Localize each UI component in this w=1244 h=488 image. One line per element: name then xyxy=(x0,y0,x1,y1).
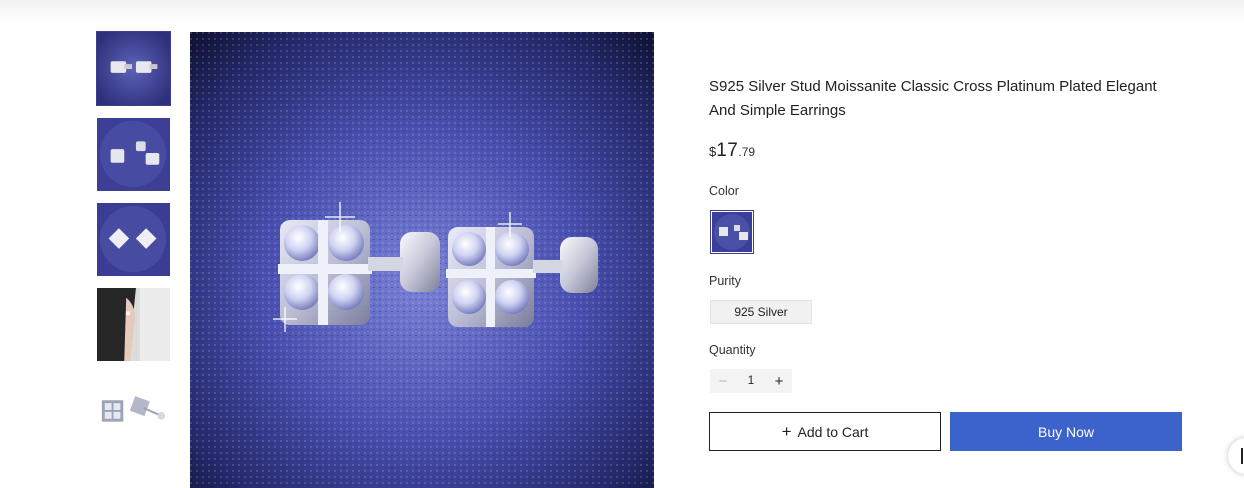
color-label: Color xyxy=(709,184,739,198)
purity-option-925-silver[interactable]: 925 Silver xyxy=(710,300,812,324)
main-product-image[interactable] xyxy=(190,32,654,488)
add-to-cart-label: Add to Cart xyxy=(797,423,869,440)
header-shadow xyxy=(0,0,1244,22)
thumbnail-4[interactable] xyxy=(96,287,171,362)
quantity-label: Quantity xyxy=(709,343,756,357)
price-whole: 17 xyxy=(716,140,739,161)
plus-icon: + xyxy=(781,422,792,441)
quantity-stepper: − 1 + xyxy=(710,369,792,393)
product-title: S925 Silver Stud Moissanite Classic Cros… xyxy=(709,78,1157,119)
price-cents: .79 xyxy=(738,145,756,159)
purity-label: Purity xyxy=(709,274,741,288)
chat-widget-icon[interactable] xyxy=(1228,438,1244,474)
color-swatch[interactable] xyxy=(710,210,754,254)
thumbnail-3[interactable] xyxy=(96,202,171,277)
thumbnail-2[interactable] xyxy=(96,117,171,192)
thumbnail-1[interactable] xyxy=(96,31,171,106)
product-price: $17.79 xyxy=(709,140,755,162)
add-to-cart-button[interactable]: + Add to Cart xyxy=(709,412,941,451)
quantity-value[interactable]: 1 xyxy=(748,375,754,387)
thumbnail-5[interactable] xyxy=(96,372,171,447)
buy-now-button[interactable]: Buy Now xyxy=(950,412,1182,451)
quantity-decrease-button[interactable]: − xyxy=(710,369,736,393)
quantity-increase-button[interactable]: + xyxy=(766,369,792,393)
